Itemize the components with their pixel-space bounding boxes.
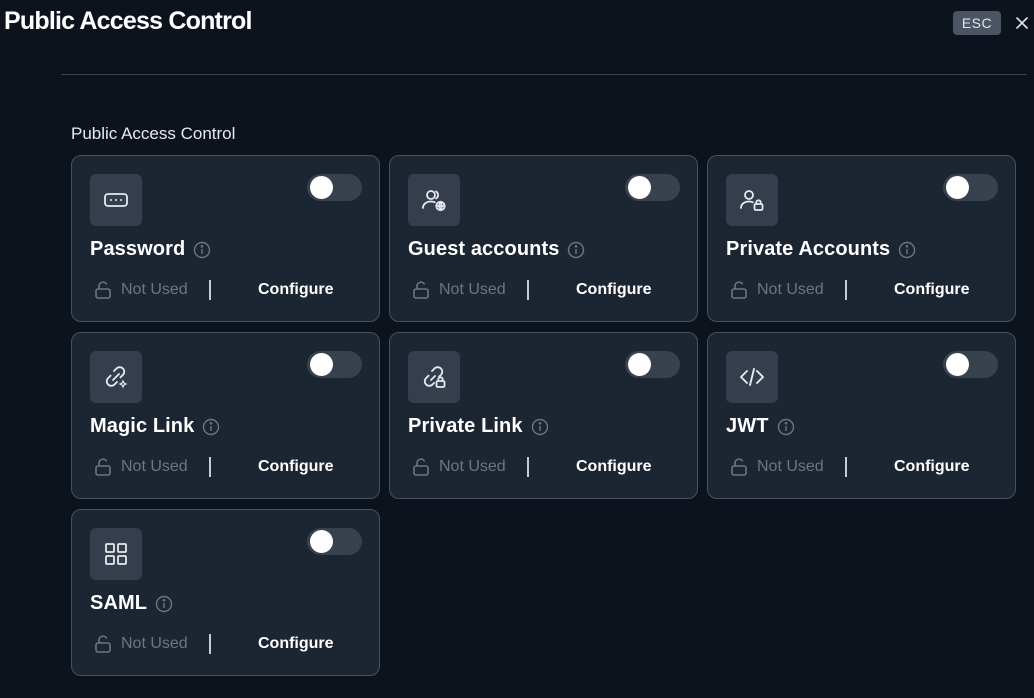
password-toggle[interactable] — [307, 174, 362, 201]
header-divider — [61, 74, 1027, 75]
close-icon[interactable] — [1012, 13, 1032, 33]
divider — [209, 280, 211, 300]
status-text: Not Used — [121, 635, 188, 652]
info-icon[interactable] — [155, 595, 173, 613]
jwt-toggle[interactable] — [943, 351, 998, 378]
card-title: Password — [90, 238, 186, 260]
toggle-knob — [628, 353, 651, 376]
code-icon — [726, 351, 778, 403]
card-jwt: JWT Not Used Configure — [707, 332, 1016, 499]
card-guest-accounts: Guest accounts Not Used Configure — [389, 155, 698, 322]
configure-button[interactable]: Configure — [258, 458, 334, 476]
section-title: Public Access Control — [71, 124, 236, 143]
info-icon[interactable] — [193, 241, 211, 259]
unlock-icon — [93, 457, 113, 477]
card-private-link: Private Link Not Used Configure — [389, 332, 698, 499]
card-title: Private Link — [408, 415, 523, 437]
status-text: Not Used — [121, 458, 188, 475]
status-text: Not Used — [757, 281, 824, 298]
configure-button[interactable]: Configure — [258, 635, 334, 653]
toggle-knob — [946, 353, 969, 376]
toggle-knob — [628, 176, 651, 199]
card-saml: SAML Not Used Configure — [71, 509, 380, 676]
saml-toggle[interactable] — [307, 528, 362, 555]
card-title: JWT — [726, 415, 769, 437]
card-magic-link: Magic Link Not Used Configure — [71, 332, 380, 499]
link-lock-icon — [408, 351, 460, 403]
divider — [527, 280, 529, 300]
divider — [845, 280, 847, 300]
password-icon — [90, 174, 142, 226]
unlock-icon — [411, 280, 431, 300]
status-text: Not Used — [121, 281, 188, 298]
magic-link-toggle[interactable] — [307, 351, 362, 378]
public-access-control-page: Public Access Control ESC Public Access … — [0, 0, 1034, 698]
card-private-accounts: Private Accounts Not Used Configure — [707, 155, 1016, 322]
magic-link-icon — [90, 351, 142, 403]
user-lock-icon — [726, 174, 778, 226]
configure-button[interactable]: Configure — [894, 281, 970, 299]
private-link-toggle[interactable] — [625, 351, 680, 378]
status-text: Not Used — [757, 458, 824, 475]
divider — [845, 457, 847, 477]
unlock-icon — [729, 280, 749, 300]
info-icon[interactable] — [567, 241, 585, 259]
toggle-knob — [310, 530, 333, 553]
info-icon[interactable] — [898, 241, 916, 259]
divider — [527, 457, 529, 477]
unlock-icon — [93, 280, 113, 300]
card-title: Magic Link — [90, 415, 195, 437]
card-password: Password Not Used Configure — [71, 155, 380, 322]
card-title: Guest accounts — [408, 238, 560, 260]
unlock-icon — [93, 634, 113, 654]
card-title: Private Accounts — [726, 238, 891, 260]
guest-users-icon — [408, 174, 460, 226]
status-text: Not Used — [439, 281, 506, 298]
guest-accounts-toggle[interactable] — [625, 174, 680, 201]
unlock-icon — [729, 457, 749, 477]
divider — [209, 634, 211, 654]
toggle-knob — [310, 176, 333, 199]
configure-button[interactable]: Configure — [894, 458, 970, 476]
grid-icon — [90, 528, 142, 580]
status-text: Not Used — [439, 458, 506, 475]
toggle-knob — [946, 176, 969, 199]
private-accounts-toggle[interactable] — [943, 174, 998, 201]
configure-button[interactable]: Configure — [576, 281, 652, 299]
page-title: Public Access Control — [4, 7, 252, 35]
divider — [209, 457, 211, 477]
configure-button[interactable]: Configure — [258, 281, 334, 299]
info-icon[interactable] — [531, 418, 549, 436]
esc-button[interactable]: ESC — [953, 11, 1001, 35]
info-icon[interactable] — [202, 418, 220, 436]
card-title: SAML — [90, 592, 148, 614]
info-icon[interactable] — [777, 418, 795, 436]
toggle-knob — [310, 353, 333, 376]
unlock-icon — [411, 457, 431, 477]
configure-button[interactable]: Configure — [576, 458, 652, 476]
